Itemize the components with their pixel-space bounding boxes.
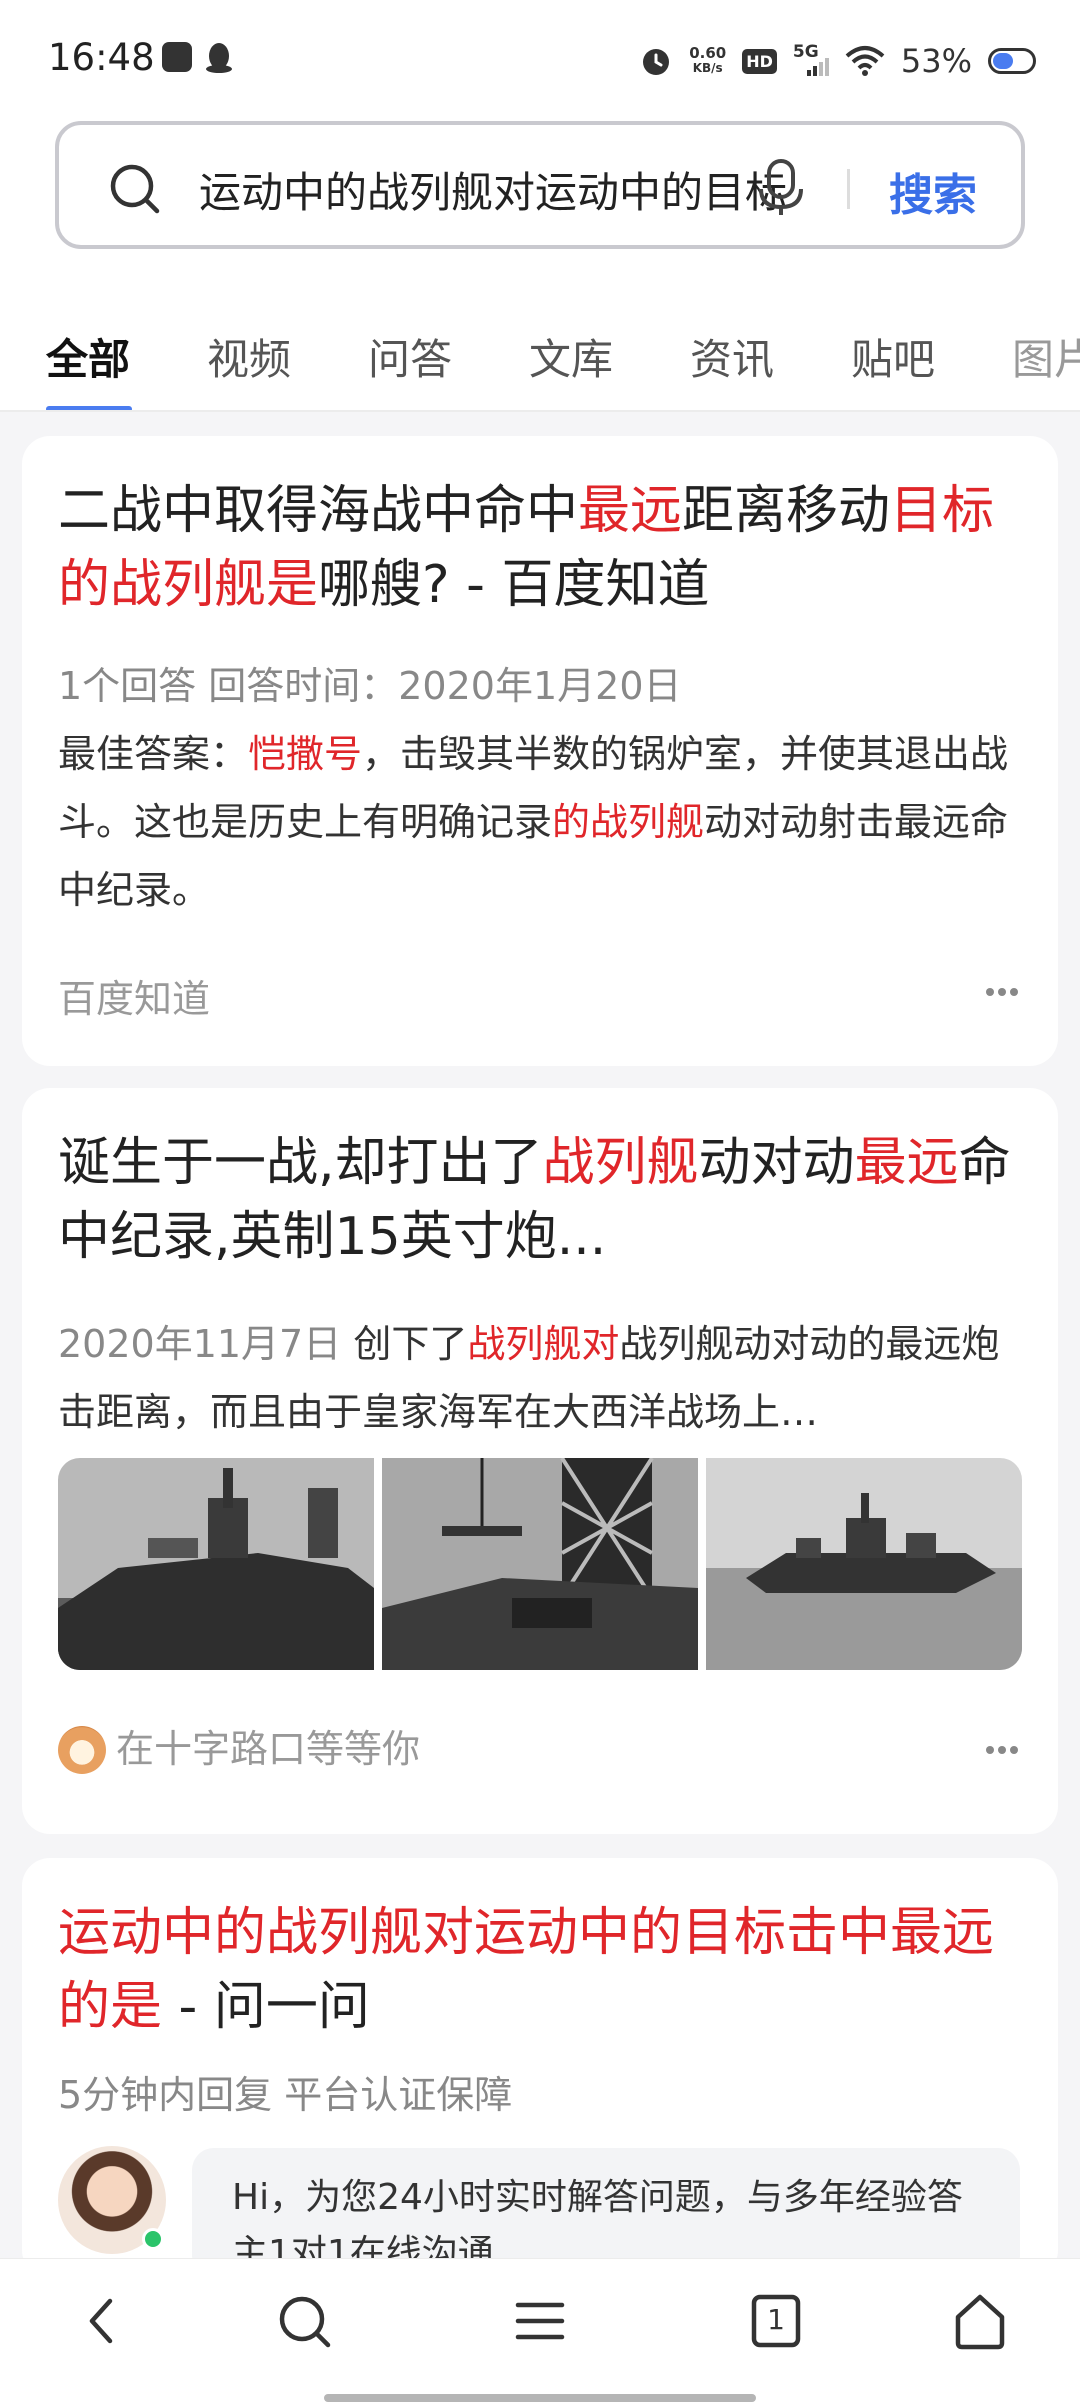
search-icon[interactable] [272, 2289, 336, 2353]
tab-qa[interactable]: 问答 [368, 326, 452, 387]
result-image-row[interactable] [58, 1458, 1022, 1670]
wifi-icon [845, 46, 885, 76]
signal-5g-icon: 5G [793, 42, 829, 78]
status-time: 16:48 [48, 36, 155, 79]
snippet-text: 创下了 [341, 1322, 468, 1366]
tab-count: 1 [767, 2303, 785, 2336]
author-avatar[interactable] [58, 1726, 106, 1774]
online-status-dot [142, 2228, 164, 2250]
tab-images[interactable]: 图片 [1012, 326, 1080, 387]
more-options-icon[interactable] [984, 986, 1020, 998]
title-text: 距离移动 [682, 481, 891, 541]
title-text: 诞生于一战,却打出了 [58, 1133, 543, 1193]
title-text: 二战中取得海战中命中 [58, 481, 579, 541]
search-icon [110, 164, 160, 214]
net-speed-unit: KB/s [692, 61, 723, 75]
title-text: 哪艘? - 百度知道 [318, 555, 710, 615]
title-highlight: 战列舰 [542, 1133, 699, 1193]
battery-icon [988, 48, 1036, 74]
filter-tabs: 全部 视频 问答 文库 资讯 贴吧 图片 [0, 288, 1080, 412]
result-image-2[interactable] [382, 1458, 698, 1670]
result-answer: 最佳答案：恺撒号，击毁其半数的锅炉室，并使其退出战斗。这也是历史上有明确记录的战… [58, 720, 1018, 924]
net-speed: 0.60 KB/s [689, 46, 726, 76]
search-box[interactable]: 运动中的战列舰对运动中的目标击中最远的是 搜索 [55, 121, 1025, 249]
bottom-navigation: 1 [0, 2258, 1080, 2408]
search-header: 运动中的战列舰对运动中的目标击中最远的是 搜索 [0, 118, 1080, 288]
microphone-icon[interactable] [751, 155, 811, 217]
tabs-count-button[interactable]: 1 [744, 2289, 808, 2353]
qq-penguin-icon [206, 43, 232, 73]
answer-highlight: 的战列舰 [552, 800, 705, 844]
search-button[interactable]: 搜索 [889, 159, 977, 223]
active-tab-indicator [46, 406, 132, 410]
result-title[interactable]: 运动中的战列舰对运动中的目标击中最远的是 - 问一问 [58, 1896, 1018, 2044]
status-icons: 0.60 KB/s HD 5G 53% [639, 36, 1036, 86]
title-text: - 问一问 [162, 1977, 370, 2037]
tab-video[interactable]: 视频 [207, 326, 291, 387]
answer-prefix: 最佳答案： [58, 732, 249, 776]
tab-tieba[interactable]: 贴吧 [851, 326, 935, 387]
answer-highlight: 恺撒号 [248, 732, 363, 776]
title-text: 动对动 [698, 1133, 855, 1193]
search-input[interactable]: 运动中的战列舰对运动中的目标击中最远的是 [199, 159, 789, 219]
result-title[interactable]: 诞生于一战,却打出了战列舰动对动最远命中纪录,英制15英寸炮... [58, 1126, 1018, 1274]
result-snippet: 2020年11月7日 创下了战列舰对战列舰动对动的最远炮击距离，而且由于皇家海军… [58, 1310, 1018, 1446]
back-arrow-icon[interactable] [70, 2289, 134, 2353]
result-title[interactable]: 二战中取得海战中命中最远距离移动目标的战列舰是哪艘? - 百度知道 [58, 474, 1018, 622]
result-card-1[interactable]: 二战中取得海战中命中最远距离移动目标的战列舰是哪艘? - 百度知道 1个回答 回… [22, 436, 1058, 1066]
status-bar: 16:48 0.60 KB/s HD 5G 53% [0, 0, 1080, 118]
hd-badge: HD [742, 48, 777, 74]
result-meta: 1个回答 回答时间：2020年1月20日 [58, 664, 682, 708]
home-indicator[interactable] [324, 2394, 756, 2402]
battery-percent: 53% [900, 42, 972, 80]
result-image-1[interactable] [58, 1458, 374, 1670]
tab-news[interactable]: 资讯 [690, 326, 774, 387]
result-subtitle: 5分钟内回复 平台认证保障 [58, 2073, 513, 2117]
result-date: 2020年11月7日 [58, 1322, 342, 1366]
home-icon[interactable] [948, 2289, 1012, 2353]
expert-avatar[interactable] [58, 2146, 166, 2254]
tab-all[interactable]: 全部 [46, 326, 130, 387]
search-divider [847, 169, 850, 209]
result-source[interactable]: 百度知道 [58, 968, 210, 1023]
result-card-2[interactable]: 诞生于一战,却打出了战列舰动对动最远命中纪录,英制15英寸炮... 2020年1… [22, 1088, 1058, 1834]
snippet-highlight: 战列舰对 [467, 1322, 620, 1366]
menu-icon[interactable] [508, 2289, 572, 2353]
result-image-3[interactable] [706, 1458, 1022, 1670]
battery-fill [993, 53, 1014, 69]
result-card-3[interactable]: 运动中的战列舰对运动中的目标击中最远的是 - 问一问 5分钟内回复 平台认证保障… [22, 1858, 1058, 2278]
result-author[interactable]: 在十字路口等等你 [116, 1718, 420, 1773]
title-highlight: 最远 [854, 1133, 959, 1193]
net-speed-value: 0.60 [689, 44, 727, 62]
alarm-clock-icon [643, 49, 670, 75]
more-options-icon[interactable] [984, 1744, 1020, 1756]
app-notification-icon [162, 42, 192, 72]
title-highlight: 最远 [578, 481, 683, 541]
tab-library[interactable]: 文库 [529, 326, 613, 387]
